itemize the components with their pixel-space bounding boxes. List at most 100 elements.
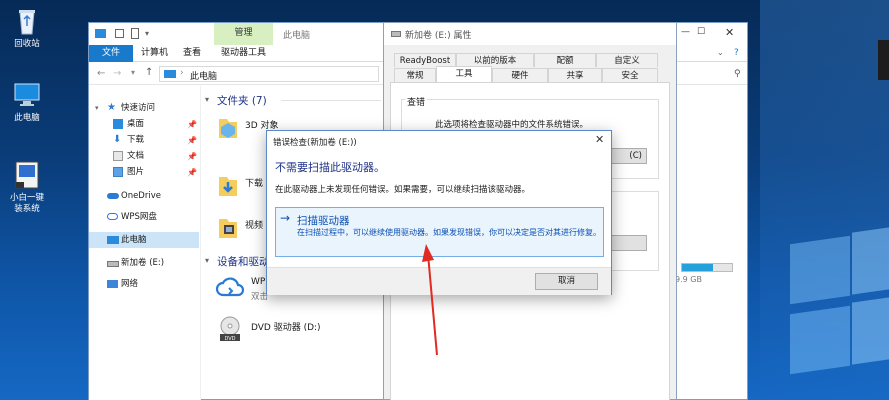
nav-item-pictures[interactable]: 图片 📌 (89, 164, 199, 180)
wps-cloud-icon (215, 276, 245, 298)
tab-customize[interactable]: 自定义 (596, 53, 658, 67)
help-icon[interactable]: ? (734, 48, 739, 58)
new-folder-icon[interactable] (131, 28, 139, 39)
folder-downloads-icon (217, 172, 239, 198)
up-arrow-icon[interactable]: ↑ (145, 67, 153, 78)
tab-tools[interactable]: 工具 (436, 66, 492, 82)
nav-item-quick-access[interactable]: ▾ ★ 快速访问 (89, 100, 199, 116)
group-divider (281, 100, 381, 101)
ribbon-tab-file[interactable]: 文件 (89, 45, 133, 62)
pin-icon[interactable]: 📌 (187, 133, 197, 149)
dialog-title: 错误检查(新加卷 (E:)) (273, 138, 357, 148)
desktop-this-pc[interactable]: 此电脑 (0, 80, 54, 124)
optimize-button[interactable] (607, 235, 647, 251)
breadcrumb: 此电脑 (190, 72, 218, 82)
cancel-button[interactable]: 取消 (535, 273, 598, 290)
tab-general[interactable]: 常规 (394, 68, 436, 82)
capacity-bar (681, 263, 733, 272)
tab-quota[interactable]: 配额 (534, 53, 596, 67)
nav-item-label: WPS网盘 (121, 212, 157, 222)
nav-item-documents[interactable]: 文档 📌 (89, 148, 199, 164)
desktop-icon-label: 小白一键 装系统 (9, 193, 44, 214)
desktop-recycle-bin[interactable]: 回收站 (0, 6, 54, 50)
tab-hardware[interactable]: 硬件 (492, 68, 548, 82)
dvd-drive-icon: DVD (215, 316, 245, 342)
tab-sharing[interactable]: 共享 (548, 68, 602, 82)
close-button[interactable]: ✕ (725, 26, 734, 39)
drive-icon (391, 31, 401, 37)
recycle-bin-icon (12, 6, 42, 36)
nav-item-wps-cloud[interactable]: WPS网盘 (89, 209, 199, 225)
computer-icon (107, 236, 119, 244)
nav-item-label: 桌面 (127, 119, 145, 129)
chevron-down-icon[interactable]: ⌄ (717, 48, 724, 57)
minimize-button[interactable]: — (681, 27, 690, 37)
pin-icon[interactable]: 📌 (187, 149, 197, 165)
document-icon (113, 151, 123, 161)
wps-cloud-icon (107, 213, 118, 220)
address-bar[interactable]: › 此电脑 (159, 66, 379, 82)
window-title: 此电脑 (283, 31, 311, 41)
forward-arrow-icon[interactable]: → (113, 68, 121, 79)
pin-icon[interactable]: 📌 (187, 117, 197, 133)
dialog-titlebar: 错误检查(新加卷 (E:)) ✕ (267, 131, 611, 151)
nav-item-label: 下载 (127, 135, 145, 145)
folder-name[interactable]: 视频 (245, 218, 263, 231)
search-icon[interactable]: ⚲ (734, 69, 741, 79)
annotation-arrow (422, 244, 438, 356)
network-icon (107, 280, 118, 288)
back-arrow-icon[interactable]: ← (97, 68, 105, 79)
dialog-close-button[interactable]: ✕ (595, 133, 604, 146)
device-name[interactable]: DVD 驱动器 (D:) (251, 320, 321, 333)
explorer-app-icon (95, 29, 106, 38)
nav-item-label: 快速访问 (121, 103, 156, 113)
tab-previous-versions[interactable]: 以前的版本 (456, 53, 534, 67)
nav-item-label: 新加卷 (E:) (121, 258, 165, 268)
nav-item-label: 网络 (121, 279, 139, 289)
check-button[interactable]: (C) (607, 148, 647, 164)
tab-security[interactable]: 安全 (602, 68, 658, 82)
computer-icon (12, 80, 42, 110)
navigation-pane: ▾ ★ 快速访问 桌面 📌 ⬇ 下载 📌 文档 📌 图片 📌 OneDrive (89, 86, 201, 400)
devices-group-header[interactable]: 设备和驱动 (217, 254, 270, 269)
properties-titlebar: 新加卷 (E:) 属性 (384, 23, 676, 45)
chevron-down-icon[interactable]: ▾ (205, 95, 209, 104)
installer-icon (12, 160, 42, 190)
folder-3d-objects-icon (217, 114, 239, 140)
ribbon-tab-manage[interactable]: 管理 (214, 23, 273, 45)
chevron-down-icon[interactable]: ▾ (205, 256, 209, 265)
desktop-icon-label: 回收站 (14, 39, 40, 49)
dialog-message: 在此驱动器上未发现任何错误。如果需要，可以继续扫描该驱动器。 (275, 185, 531, 195)
nav-item-network[interactable]: 网络 (89, 276, 199, 292)
ribbon-tab-drive-tools[interactable]: 驱动器工具 (213, 45, 274, 62)
tab-readyboost[interactable]: ReadyBoost (394, 53, 456, 67)
capacity-text: 9.9 GB (675, 275, 702, 284)
arrow-right-icon: → (280, 211, 291, 225)
pin-icon[interactable]: 📌 (187, 165, 197, 181)
scan-drive-title: 扫描驱动器 (297, 215, 350, 227)
nav-item-onedrive[interactable]: OneDrive (89, 188, 199, 204)
cloud-icon (107, 193, 119, 199)
breadcrumb-chevron-icon: › (180, 68, 184, 78)
ribbon-tab-computer[interactable]: 计算机 (133, 45, 176, 62)
ribbon-tab-view[interactable]: 查看 (175, 45, 209, 62)
nav-item-volume-e[interactable]: 新加卷 (E:) (89, 255, 199, 271)
recent-dropdown-icon[interactable]: ▾ (131, 68, 135, 77)
folders-group-header[interactable]: 文件夹 (7) (217, 93, 267, 108)
folder-name[interactable]: 下载 (245, 176, 263, 189)
scan-drive-desc: 在扫描过程中，可以继续使用驱动器。如果发现错误，你可以决定是否对其进行修复。 (297, 228, 601, 237)
customize-toolbar-icon[interactable]: ▾ (145, 29, 149, 38)
nav-item-desktop[interactable]: 桌面 📌 (89, 116, 199, 132)
maximize-button[interactable]: ☐ (697, 27, 705, 37)
quick-properties-icon[interactable] (115, 29, 124, 38)
desktop-xiaobai-installer[interactable]: 小白一键 装系统 (0, 160, 54, 215)
computer-icon (164, 70, 176, 78)
picture-icon (113, 167, 123, 177)
star-icon: ★ (107, 102, 116, 113)
svg-text:DVD: DVD (224, 336, 235, 342)
download-icon: ⬇ (113, 134, 122, 145)
error-check-label: 查错 (405, 95, 428, 108)
nav-item-this-pc[interactable]: 此电脑 (89, 232, 199, 248)
drive-icon (107, 261, 119, 267)
nav-item-downloads[interactable]: ⬇ 下载 📌 (89, 132, 199, 148)
